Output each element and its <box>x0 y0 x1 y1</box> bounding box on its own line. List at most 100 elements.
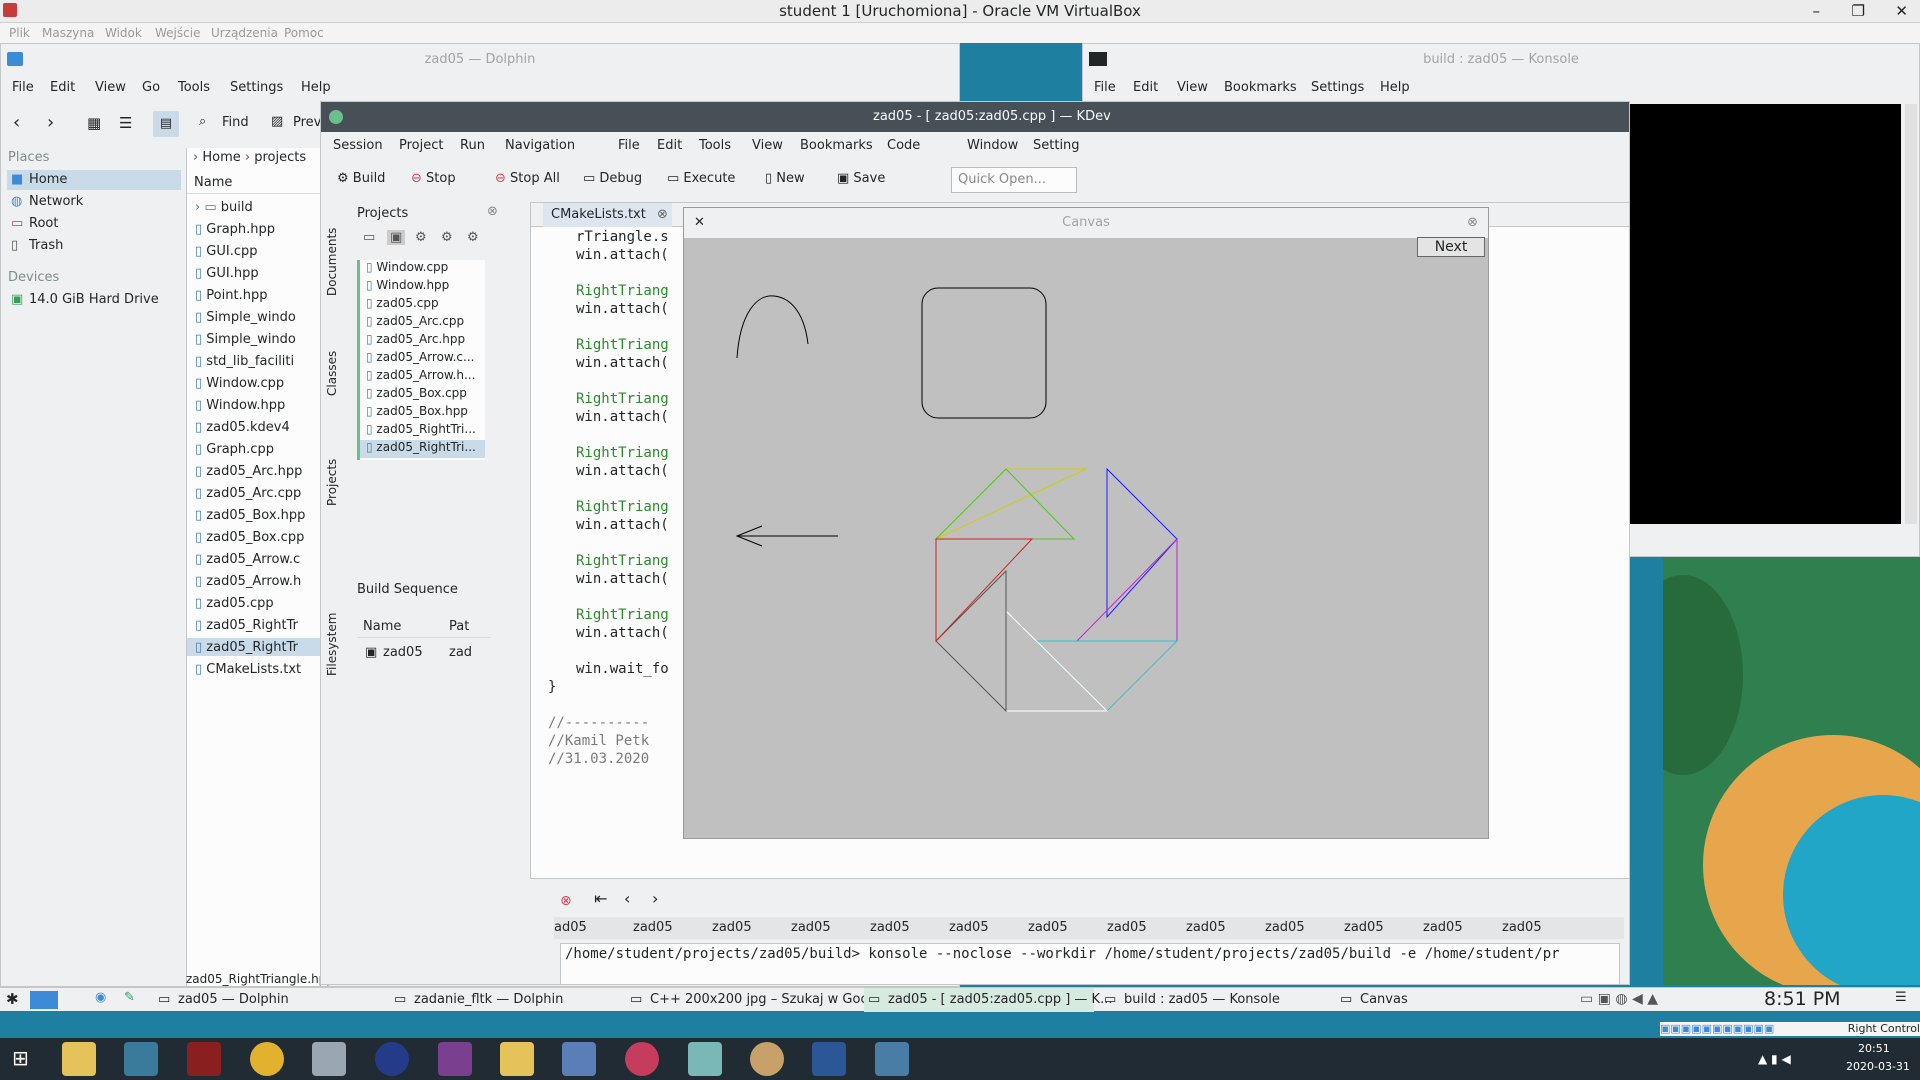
task-item[interactable]: ▭ zad05 — Dolphin <box>154 988 384 1012</box>
first-item-icon[interactable]: ⇤ <box>594 889 607 908</box>
project-file-item[interactable]: ▯ zad05_Box.hpp <box>360 404 485 422</box>
close-panel-icon[interactable]: ⊗ <box>487 204 498 219</box>
konsole-menu-settings[interactable]: Settings <box>1311 80 1364 95</box>
network-tray-icon[interactable]: ◍ <box>1615 991 1632 1007</box>
konsole-menu-help[interactable]: Help <box>1380 80 1410 95</box>
file-row[interactable]: ▯ Graph.hpp <box>187 220 327 238</box>
output-tab[interactable]: zad05 <box>870 920 910 935</box>
device-hard-drive[interactable]: ▣ 14.0 GiB Hard Drive <box>7 290 181 310</box>
project-file-item[interactable]: ▯ Window.hpp <box>360 278 485 296</box>
stop-all-button[interactable]: ⊖ Stop All <box>495 164 560 194</box>
dolphin-menu-go[interactable]: Go <box>142 80 160 95</box>
output-tab[interactable]: zad05 <box>1028 920 1068 935</box>
places-item-root[interactable]: ▭ Root <box>7 214 181 234</box>
app-icon[interactable] <box>375 1042 409 1076</box>
file-row[interactable]: ▯ Simple_windo <box>187 330 327 348</box>
find-icon[interactable]: ⌕ <box>199 114 206 129</box>
vbox-menu-pomoc[interactable]: Pomoc <box>284 26 324 40</box>
icons-view-icon[interactable]: ▦ <box>87 114 101 132</box>
task-item[interactable]: ▭ C++ 200x200 jpg – Szukaj w Goo... <box>626 988 881 1012</box>
kdev-menu-run[interactable]: Run <box>460 138 485 153</box>
project-file-item[interactable]: ▯ zad05_Arrow.c... <box>360 350 485 368</box>
virtualbox-taskbar-icon[interactable] <box>562 1042 596 1076</box>
filter-icon[interactable]: ▣ <box>387 230 406 245</box>
media-icon[interactable] <box>625 1042 659 1076</box>
execute-button[interactable]: ▭ Execute <box>667 164 735 194</box>
vbox-menu-wejscie[interactable]: Wejście <box>155 26 200 40</box>
tab-projects[interactable]: Projects <box>325 459 339 506</box>
file-row[interactable]: ▯ zad05_Arc.cpp <box>187 484 327 502</box>
vbox-menu-maszyna[interactable]: Maszyna <box>42 26 94 40</box>
output-tab[interactable]: zad05 <box>712 920 752 935</box>
kdev-menu-edit[interactable]: Edit <box>657 138 682 153</box>
build-sequence-row[interactable]: ▣ zad05 zad <box>357 642 491 664</box>
file-row[interactable]: ▯ zad05_Arrow.h <box>187 572 327 590</box>
output-tab[interactable]: zad05 <box>1107 920 1147 935</box>
kdev-menu-window[interactable]: Window <box>967 138 1018 153</box>
file-row[interactable]: ▯ std_lib_faciliti <box>187 352 327 370</box>
kdev-menu-project[interactable]: Project <box>399 138 443 153</box>
paint-icon[interactable] <box>750 1042 784 1076</box>
project-file-item[interactable]: ▯ Window.cpp <box>360 260 485 278</box>
kdev-menu-settings[interactable]: Setting <box>1033 138 1080 153</box>
back-icon[interactable]: ‹ <box>13 112 20 133</box>
file-row[interactable]: ▯ zad05_Arc.hpp <box>187 462 327 480</box>
project-file-item[interactable]: ▯ zad05.cpp <box>360 296 485 314</box>
pager-icon[interactable] <box>30 991 58 1009</box>
file-row[interactable]: ▯ zad05.cpp <box>187 594 327 612</box>
project-file-item[interactable]: ▯ zad05_Box.cpp <box>360 386 485 404</box>
file-row[interactable]: ▯ CMakeLists.txt <box>187 660 327 678</box>
stop-output-icon[interactable]: ⊗ <box>560 893 572 909</box>
project-file-item[interactable]: ▯ zad05_RightTri... <box>360 440 485 458</box>
file-row[interactable]: ▯ Simple_windo <box>187 308 327 326</box>
output-view[interactable]: /home/student/projects/zad05/build> kons… <box>560 943 1620 984</box>
maximize-icon[interactable]: ❐ <box>1852 0 1865 22</box>
vbox-menu-urzadzenia[interactable]: Urządzenia <box>211 26 278 40</box>
file-row[interactable]: ▯ Graph.cpp <box>187 440 327 458</box>
tab-cmakelists[interactable]: CMakeLists.txt ⊗ <box>543 203 672 227</box>
close-tab-icon[interactable]: ⊗ <box>657 203 668 227</box>
vbox-menu-plik[interactable]: Plik <box>9 26 30 40</box>
notepad-icon[interactable] <box>688 1042 722 1076</box>
forward-icon[interactable]: › <box>47 112 54 133</box>
install-icon[interactable]: ⚙ <box>441 230 453 245</box>
output-tab[interactable]: zad05 <box>949 920 989 935</box>
save-button[interactable]: ▣ Save <box>837 164 885 194</box>
breadcrumb-home[interactable]: Home <box>202 150 240 165</box>
dolphin-menu-edit[interactable]: Edit <box>50 80 75 95</box>
konsole-menu-view[interactable]: View <box>1177 80 1208 95</box>
kdev-menu-bookmarks[interactable]: Bookmarks <box>800 138 873 153</box>
folder-taskbar-icon[interactable] <box>500 1042 534 1076</box>
previous-icon[interactable]: ‹ <box>624 889 630 908</box>
gpu-tweak-icon[interactable] <box>187 1042 221 1076</box>
dolphin-menu-file[interactable]: File <box>12 80 34 95</box>
quick-open-input[interactable]: Quick Open... <box>951 167 1077 193</box>
close-icon[interactable]: ✕ <box>1895 0 1908 22</box>
clean-icon[interactable]: ⚙ <box>467 230 479 245</box>
output-tab[interactable]: zad05 <box>1265 920 1305 935</box>
expand-tray-icon[interactable]: ▲ <box>1647 991 1658 1007</box>
file-row[interactable]: ▯ zad05.kdev4 <box>187 418 327 436</box>
output-tab[interactable]: ad05 <box>554 920 587 935</box>
minimize-icon[interactable]: – <box>1813 0 1821 22</box>
task-item[interactable]: ▭ zad05 - [ zad05:zad05.cpp ] — K... <box>864 988 1112 1012</box>
dolphin-menu-help[interactable]: Help <box>301 80 331 95</box>
kdev-menu-navigation[interactable]: Navigation <box>505 138 575 153</box>
file-row[interactable]: ▯ GUI.hpp <box>187 264 327 282</box>
panel-clock[interactable]: 8:51 PM <box>1764 988 1841 1010</box>
compact-view-icon[interactable]: ☰ <box>119 114 132 132</box>
debug-button[interactable]: ▭ Debug <box>583 164 642 194</box>
task-item[interactable]: ▭ build : zad05 — Konsole <box>1100 988 1330 1012</box>
places-item-network[interactable]: ◍ Network <box>7 192 181 212</box>
project-file-item[interactable]: ▯ zad05_RightTri... <box>360 422 485 440</box>
browser-launcher-icon[interactable]: ◉ <box>95 990 106 1005</box>
dolphin-menu-settings[interactable]: Settings <box>230 80 283 95</box>
project-file-item[interactable]: ▯ zad05_Arc.hpp <box>360 332 485 350</box>
folder-icon[interactable]: ▭ <box>363 230 375 245</box>
kdev-menu-code[interactable]: Code <box>887 138 920 153</box>
output-tab[interactable]: zad05 <box>633 920 673 935</box>
file-explorer-icon[interactable] <box>62 1042 96 1076</box>
column-name-header[interactable]: Name <box>187 172 327 194</box>
project-file-item[interactable]: ▯ zad05_Arrow.h... <box>360 368 485 386</box>
task-item[interactable]: ▭ zadanie_fltk — Dolphin <box>390 988 620 1012</box>
